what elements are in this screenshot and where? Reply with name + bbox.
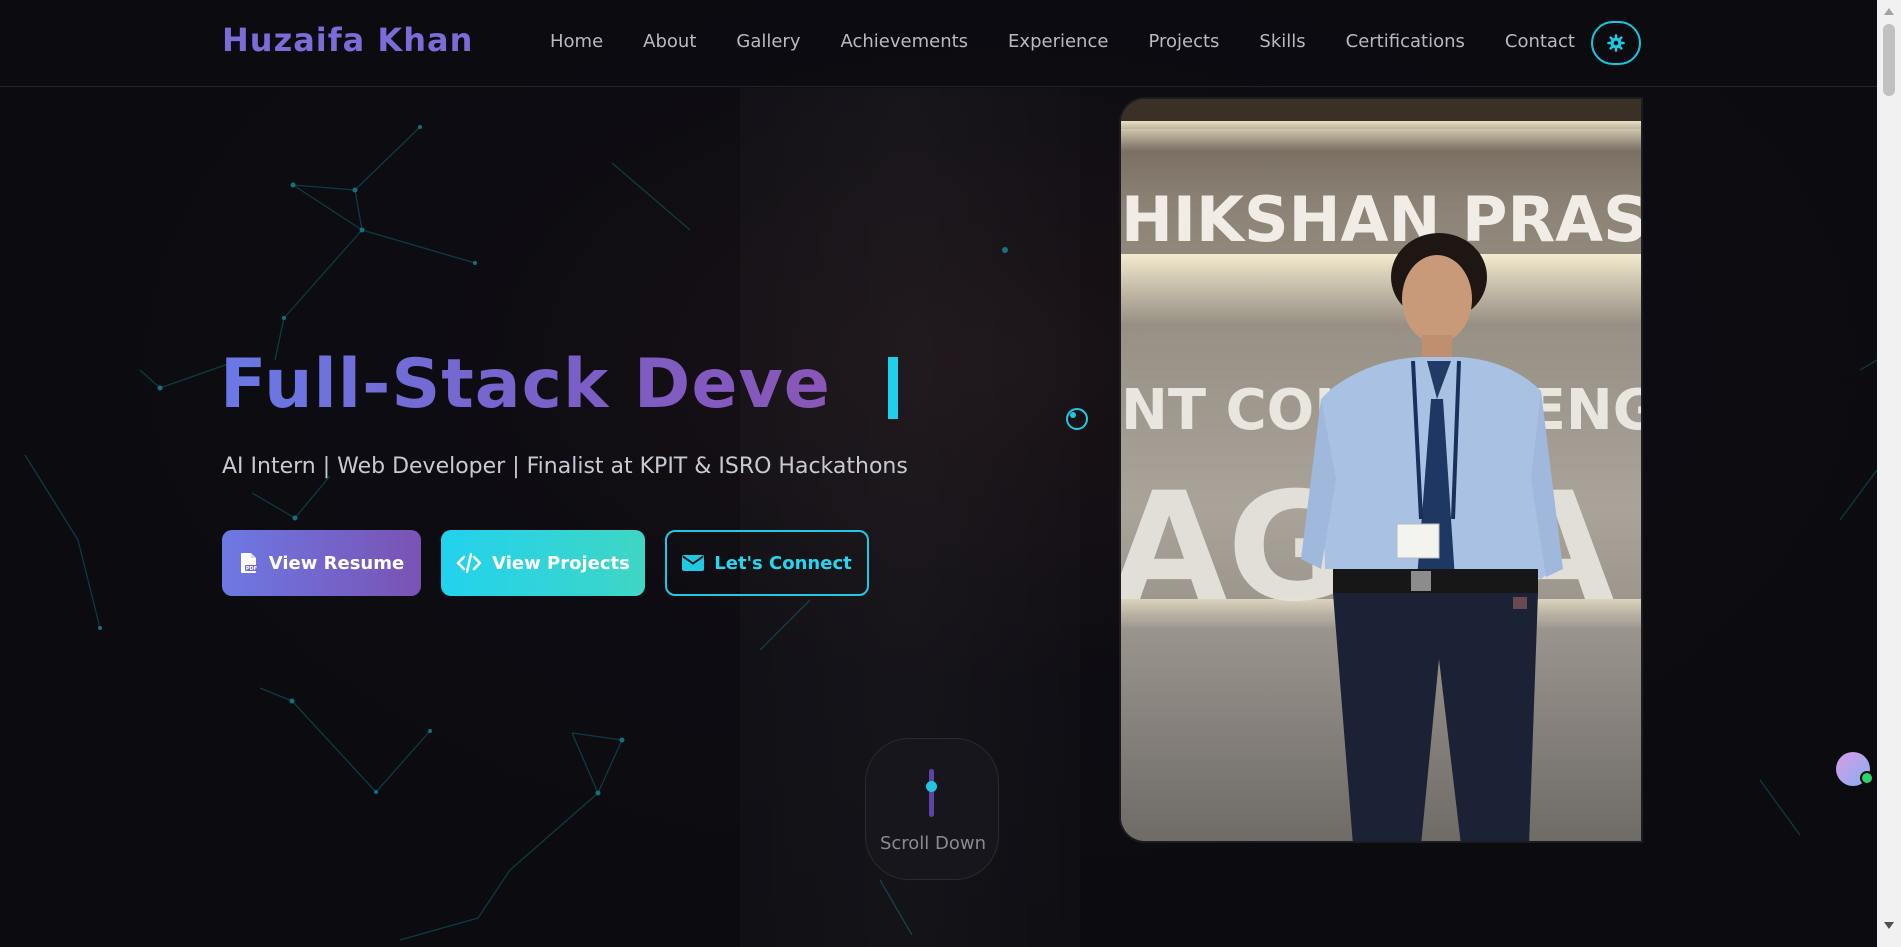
nav-experience[interactable]: Experience — [988, 28, 1128, 56]
nav-projects[interactable]: Projects — [1128, 28, 1239, 56]
typing-cursor — [888, 357, 898, 419]
lets-connect-button[interactable]: Let's Connect — [665, 530, 869, 596]
page-scrollbar[interactable] — [1877, 0, 1901, 947]
scrollbar-thumb[interactable] — [1883, 24, 1895, 96]
profile-photo: HIKSHAN PRASARAK NT COLLEGE ENGINEER AG … — [1119, 97, 1643, 843]
nav-achievements[interactable]: Achievements — [820, 28, 988, 56]
svg-text:PDF: PDF — [246, 566, 257, 572]
hero-headline: Full-Stack Deve — [220, 345, 831, 424]
online-status-dot — [1860, 771, 1874, 785]
view-projects-button[interactable]: View Projects — [441, 530, 645, 596]
nav-skills[interactable]: Skills — [1239, 28, 1325, 56]
hero-subtitle: AI Intern | Web Developer | Finalist at … — [222, 454, 908, 479]
scroll-track — [929, 769, 934, 817]
scroll-down-arrow-icon[interactable] — [1884, 922, 1894, 929]
lets-connect-label: Let's Connect — [714, 552, 852, 574]
cursor-follower-icon — [1066, 408, 1088, 430]
nav-about[interactable]: About — [623, 28, 716, 56]
nav-contact[interactable]: Contact — [1485, 28, 1595, 56]
scroll-down-label: Scroll Down — [879, 833, 987, 854]
nav-certifications[interactable]: Certifications — [1326, 28, 1485, 56]
sign-line-1: HIKSHAN PRASARAK — [1121, 183, 1643, 256]
site-logo[interactable]: Huzaifa Khan — [222, 21, 473, 59]
pdf-file-icon: PDF — [240, 553, 258, 573]
scroll-down-indicator[interactable]: Scroll Down — [865, 738, 999, 880]
code-icon — [456, 553, 482, 573]
envelope-icon — [682, 555, 705, 571]
site-header: Huzaifa Khan Home About Gallery Achievem… — [0, 0, 1877, 87]
view-projects-label: View Projects — [492, 552, 630, 574]
theme-toggle-button[interactable] — [1591, 21, 1641, 65]
page: Huzaifa Khan Home About Gallery Achievem… — [0, 0, 1877, 947]
main-nav: Home About Gallery Achievements Experien… — [530, 28, 1595, 56]
profile-photo-image: HIKSHAN PRASARAK NT COLLEGE ENGINEER AG … — [1121, 99, 1643, 841]
view-resume-button[interactable]: PDF View Resume — [222, 530, 421, 596]
nav-gallery[interactable]: Gallery — [716, 28, 820, 56]
nav-home[interactable]: Home — [530, 28, 623, 56]
scroll-dot — [926, 781, 937, 792]
scroll-up-arrow-icon[interactable] — [1884, 8, 1894, 15]
view-resume-label: View Resume — [268, 552, 405, 574]
gear-icon — [1607, 34, 1625, 52]
